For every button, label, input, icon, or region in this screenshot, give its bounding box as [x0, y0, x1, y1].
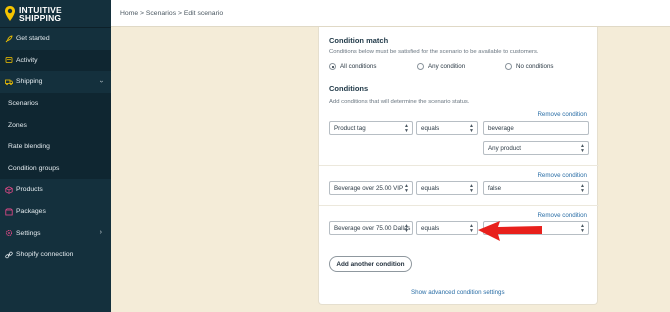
rocket-icon: [4, 34, 13, 43]
shipping-submenu: Scenarios Zones Rate blending Condition …: [0, 92, 111, 180]
select-value: Beverage over 75.00 Dallas: [334, 224, 411, 232]
select-arrows-icon: ▲ ▼: [580, 223, 585, 234]
select-value: false: [488, 184, 502, 192]
chevron-right-icon: ›: [99, 229, 102, 237]
link-icon: [4, 250, 13, 259]
sidebar-item-label: Rate blending: [8, 143, 50, 151]
radio-label: Any condition: [428, 63, 466, 70]
select-value: equals: [421, 224, 440, 232]
select-arrows-icon: ▲ ▼: [580, 143, 585, 154]
radio-no-conditions[interactable]: No conditions: [505, 63, 554, 70]
input-value: beverage: [488, 124, 514, 132]
radio-unselected-icon: [417, 63, 424, 70]
condition-value-input[interactable]: beverage: [483, 121, 589, 135]
condition-field-select[interactable]: Product tag ▲ ▼: [329, 121, 413, 135]
sidebar-item-label: Settings: [16, 229, 41, 237]
sidebar-item-scenarios[interactable]: Scenarios: [0, 93, 111, 115]
condition-value-select[interactable]: false ▲ ▼: [483, 181, 589, 195]
divider: [319, 205, 599, 206]
condition-operator-select[interactable]: equals ▲ ▼: [416, 221, 478, 235]
sidebar-item-shopify-connection[interactable]: Shopify connection: [0, 244, 111, 266]
sidebar-item-label: Zones: [8, 121, 27, 129]
scenario-card: Condition match Conditions below must be…: [318, 27, 599, 305]
box-icon: [4, 185, 13, 194]
select-arrows-icon: ▲ ▼: [469, 223, 474, 234]
package-icon: [4, 207, 13, 216]
top-bar: Home > Scenarios > Edit scenario: [111, 0, 670, 27]
radio-label: All conditions: [340, 63, 377, 70]
condition-match-description: Conditions below must be satisfied for t…: [329, 49, 539, 55]
brand-line2: SHIPPING: [19, 12, 62, 23]
select-value: equals: [421, 184, 440, 192]
select-arrows-icon: ▲ ▼: [404, 183, 409, 194]
breadcrumb[interactable]: Home > Scenarios > Edit scenario: [120, 10, 223, 17]
sidebar-item-rate-blending[interactable]: Rate blending: [0, 136, 111, 158]
sidebar-item-label: Activity: [16, 56, 38, 64]
remove-condition-link[interactable]: Remove condition: [537, 212, 587, 219]
select-value: Product tag: [334, 124, 366, 132]
select-value: Any product: [488, 144, 522, 152]
select-arrows-icon: ▲ ▼: [404, 223, 409, 234]
sidebar-item-zones[interactable]: Zones: [0, 114, 111, 136]
annotation-arrow-icon: [478, 221, 542, 241]
sidebar-item-products[interactable]: Products: [0, 179, 111, 201]
select-value: equals: [421, 124, 440, 132]
sidebar-item-activity[interactable]: Activity: [0, 49, 111, 72]
select-arrows-icon: ▲ ▼: [469, 183, 474, 194]
logo[interactable]: INTUITIVE SHIPPING: [0, 0, 111, 27]
truck-icon: [4, 77, 13, 86]
select-arrows-icon: ▲ ▼: [580, 183, 585, 194]
remove-condition-link[interactable]: Remove condition: [537, 111, 587, 118]
sidebar-item-label: Get started: [16, 35, 50, 43]
condition-operator-select[interactable]: equals ▲ ▼: [416, 121, 478, 135]
activity-icon: [4, 56, 13, 65]
radio-unselected-icon: [505, 63, 512, 70]
sidebar-item-label: Shopify connection: [16, 251, 74, 259]
radio-any-condition[interactable]: Any condition: [417, 63, 505, 70]
condition-field-select[interactable]: Beverage over 25.00 VIP ▲ ▼: [329, 181, 413, 195]
condition-match-radio-group: All conditions Any condition No conditio…: [329, 63, 554, 70]
sidebar-item-label: Scenarios: [8, 100, 39, 108]
sidebar-item-packages[interactable]: Packages: [0, 201, 111, 223]
radio-all-conditions[interactable]: All conditions: [329, 63, 417, 70]
sidebar-item-label: Products: [16, 186, 43, 194]
sidebar-item-label: Condition groups: [8, 164, 60, 172]
sidebar-item-label: Shipping: [16, 78, 43, 86]
chevron-down-icon: ›: [97, 80, 105, 83]
select-arrows-icon: ▲ ▼: [469, 123, 474, 134]
select-value: Beverage over 25.00 VIP: [334, 184, 404, 192]
divider: [319, 165, 599, 166]
radio-selected-icon: [329, 63, 336, 70]
conditions-description: Add conditions that will determine the s…: [329, 99, 470, 105]
show-advanced-settings-link[interactable]: Show advanced condition settings: [411, 289, 505, 296]
remove-condition-link[interactable]: Remove condition: [537, 172, 587, 179]
sidebar-item-settings[interactable]: Settings ›: [0, 222, 111, 244]
sidebar: INTUITIVE SHIPPING Get started Activity …: [0, 0, 111, 312]
map-pin-icon: [4, 5, 16, 23]
add-another-condition-button[interactable]: Add another condition: [329, 256, 412, 272]
radio-label: No conditions: [516, 63, 554, 70]
sidebar-item-get-started[interactable]: Get started: [0, 28, 111, 50]
sidebar-item-condition-groups[interactable]: Condition groups: [0, 158, 111, 180]
sidebar-item-shipping[interactable]: Shipping ›: [0, 71, 111, 93]
select-arrows-icon: ▲ ▼: [404, 123, 409, 134]
conditions-title: Conditions: [329, 84, 369, 93]
sidebar-item-label: Packages: [16, 208, 46, 216]
condition-field-select[interactable]: Beverage over 75.00 Dallas ▲ ▼: [329, 221, 413, 235]
gear-icon: [4, 229, 13, 238]
condition-product-select[interactable]: Any product ▲ ▼: [483, 141, 589, 155]
condition-match-title: Condition match: [329, 36, 389, 45]
condition-operator-select[interactable]: equals ▲ ▼: [416, 181, 478, 195]
